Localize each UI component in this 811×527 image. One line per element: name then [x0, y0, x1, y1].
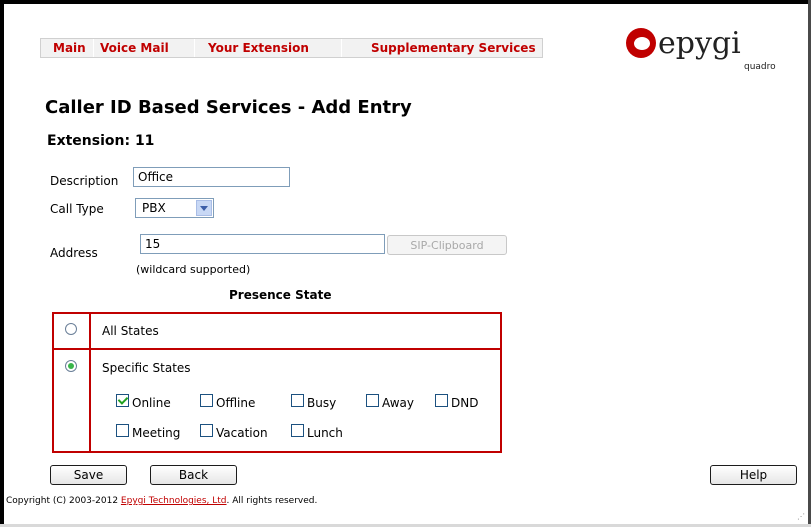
state-lunch-label: Lunch — [307, 426, 343, 440]
copyright-suffix: . All rights reserved. — [226, 496, 318, 506]
wildcard-hint: (wildcard supported) — [136, 263, 251, 276]
resize-grip-icon[interactable]: ⋰ — [797, 512, 805, 521]
menu-separator — [194, 39, 195, 57]
menu-item-main[interactable]: Main — [53, 41, 86, 55]
state-lunch-checkbox[interactable] — [291, 424, 304, 437]
state-offline-label: Offline — [216, 396, 256, 410]
description-label: Description — [50, 174, 119, 188]
state-dnd-label: DND — [451, 396, 479, 410]
menu-item-supplementary-services[interactable]: Supplementary Services — [371, 41, 536, 55]
table-divider — [54, 348, 500, 350]
copyright-prefix: Copyright (C) 2003-2012 — [6, 496, 121, 506]
window-border-top — [0, 0, 811, 4]
state-dnd-checkbox[interactable] — [435, 394, 448, 407]
all-states-label: All States — [102, 324, 159, 338]
state-busy-label: Busy — [307, 396, 337, 410]
address-label: Address — [50, 246, 98, 260]
state-meeting-label: Meeting — [132, 426, 181, 440]
state-online-label: Online — [132, 396, 171, 410]
chevron-down-icon[interactable] — [196, 200, 212, 216]
menu-item-voice-mail[interactable]: Voice Mail — [100, 41, 169, 55]
all-states-radio[interactable] — [65, 323, 77, 335]
top-menu-bar: Main Voice Mail Your Extension Supplemen… — [40, 38, 543, 58]
extension-label: Extension: 11 — [47, 133, 155, 149]
menu-separator — [341, 39, 342, 57]
logo-subtext: quadro — [744, 62, 776, 72]
logo-brand-text: epygi — [658, 26, 741, 61]
save-button[interactable]: Save — [50, 465, 127, 485]
state-meeting-checkbox[interactable] — [116, 424, 129, 437]
sip-clipboard-button[interactable]: SIP-Clipboard — [387, 235, 507, 255]
state-vacation-checkbox[interactable] — [200, 424, 213, 437]
logo-mark-icon — [626, 28, 656, 58]
back-button[interactable]: Back — [150, 465, 237, 485]
call-type-selected-value: PBX — [142, 201, 166, 215]
help-button[interactable]: Help — [710, 465, 797, 485]
epygi-technologies-link[interactable]: Epygi Technologies, Ltd — [121, 496, 227, 506]
state-busy-checkbox[interactable] — [291, 394, 304, 407]
specific-states-radio[interactable] — [65, 360, 77, 372]
address-input[interactable] — [140, 234, 385, 254]
state-vacation-label: Vacation — [216, 426, 268, 440]
state-offline-checkbox[interactable] — [200, 394, 213, 407]
call-type-select[interactable]: PBX — [135, 198, 214, 218]
state-away-label: Away — [382, 396, 414, 410]
specific-states-label: Specific States — [102, 361, 191, 375]
menu-separator — [93, 39, 94, 57]
state-online-checkbox[interactable] — [116, 394, 129, 407]
menu-item-your-extension[interactable]: Your Extension — [208, 41, 309, 55]
presence-state-table: All States Specific States Online Offlin… — [52, 312, 502, 453]
presence-state-title: Presence State — [229, 288, 332, 302]
state-away-checkbox[interactable] — [366, 394, 379, 407]
description-input[interactable] — [133, 167, 290, 187]
call-type-label: Call Type — [50, 202, 104, 216]
copyright-footer: Copyright (C) 2003-2012 Epygi Technologi… — [6, 496, 317, 506]
epygi-logo: epygi quadro — [626, 26, 786, 78]
page-title: Caller ID Based Services - Add Entry — [45, 97, 412, 118]
window-border-left — [0, 0, 4, 527]
table-divider — [89, 314, 91, 451]
